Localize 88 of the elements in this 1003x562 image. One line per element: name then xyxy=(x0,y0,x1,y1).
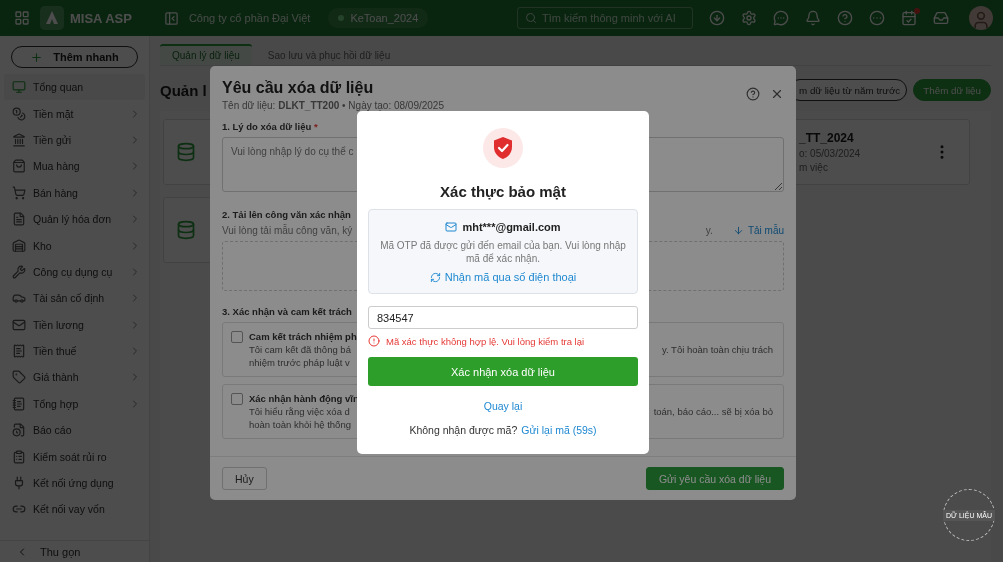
sidebar-item[interactable]: Kiểm soát rủi ro xyxy=(4,443,145,470)
receipt-icon xyxy=(12,344,26,359)
commitment-title: Cam kết trách nhiệm ph xyxy=(249,331,357,342)
error-message: Mã xác thực không hợp lệ. Vui lòng kiểm tra lại xyxy=(386,335,585,347)
download-icon[interactable] xyxy=(709,10,725,26)
wrench-icon xyxy=(12,264,26,279)
phone-code-link[interactable]: Nhận mã qua số điện thoại xyxy=(429,271,577,283)
sidebar-item[interactable]: Kết nối ứng dụng xyxy=(4,469,145,497)
warehouse-icon xyxy=(12,238,26,253)
sidebar-item[interactable]: Bán hàng xyxy=(4,179,145,206)
logo-text: MISA ASP xyxy=(70,10,132,26)
sidebar-item[interactable]: Tài sản cố định xyxy=(4,285,145,312)
resend-code-link[interactable]: Gửi lại mã (59s) xyxy=(521,424,597,436)
submit-request-button[interactable]: Gửi yêu cầu xóa dữ liệu xyxy=(645,467,784,490)
page-title: Quản l xyxy=(160,81,207,99)
sidebar-item[interactable]: Tiền lương xyxy=(4,311,145,338)
sidebar-item[interactable]: Tiền mặt xyxy=(4,100,145,127)
dialog-subtitle: Tên dữ liệu: DLKT_TT200 • Ngày tạo: 08/09/2025 xyxy=(222,100,444,111)
commitment-text: y. Tôi hoàn toàn chịu trách xyxy=(661,344,773,355)
sidebar-item[interactable]: Kết nối vay vốn xyxy=(4,496,145,523)
database-name: _TT_2024 xyxy=(799,131,855,145)
close-icon[interactable] xyxy=(770,87,784,101)
field-label: 3. Xác nhận và cam kết trách xyxy=(222,306,352,317)
refresh-icon xyxy=(429,271,441,283)
commitment-text: Tôi cam kết đã thông bá xyxy=(249,344,351,355)
chat-icon[interactable] xyxy=(773,10,789,26)
plus-icon xyxy=(30,50,44,64)
coins-icon xyxy=(12,106,26,121)
search-icon xyxy=(525,12,537,24)
apps-grid-icon[interactable] xyxy=(14,10,30,26)
notification-dot xyxy=(914,8,920,14)
field-label: 2. Tải lên công văn xác nhận xyxy=(222,209,351,220)
confirm-delete-button[interactable]: Xác nhận xóa dữ liệu xyxy=(368,357,638,386)
upload-hint: Vui lòng tải mẫu công văn, ký xyxy=(222,225,353,236)
error-icon xyxy=(368,335,380,347)
sidebar-item[interactable]: Báo cáo xyxy=(4,417,145,444)
otp-field[interactable]: 834547 xyxy=(368,306,638,329)
cancel-button[interactable]: Hủy xyxy=(222,467,267,490)
tag-icon xyxy=(12,370,26,385)
otp-message: Mã OTP đã được gửi đến email của bạn. Vui lòng nhập mã để xác nhận. xyxy=(379,239,627,265)
cart-icon xyxy=(12,185,26,200)
report-icon xyxy=(12,423,26,438)
field-label: 1. Lý do xóa dữ liệu * xyxy=(222,121,318,132)
sidebar-item[interactable]: Tổng hợp xyxy=(4,390,145,418)
clipboard-icon xyxy=(12,449,26,464)
download-template-link[interactable]: Tải mẫu xyxy=(732,225,784,236)
sidebar-item[interactable]: Giá thành xyxy=(4,364,145,391)
email-address: mht***@gmail.com xyxy=(462,221,561,233)
checkbox[interactable] xyxy=(231,331,243,343)
back-link[interactable]: Quay lại xyxy=(483,400,523,412)
sidebar-item[interactable]: Kho xyxy=(4,232,145,259)
collapse-menu-icon[interactable] xyxy=(163,10,179,26)
database-icon xyxy=(176,220,196,240)
database-icon xyxy=(176,142,196,162)
sidebar-item[interactable]: Tiền gửi xyxy=(4,126,145,154)
settings-icon[interactable] xyxy=(741,10,757,26)
shield-icon xyxy=(483,128,523,168)
sidebar-item[interactable]: Tổng quan xyxy=(4,74,145,101)
sidebar-item[interactable]: Tiền thuế xyxy=(4,337,145,365)
sidebar-item[interactable]: Mua hàng xyxy=(4,153,145,180)
inbox-icon[interactable] xyxy=(933,10,949,26)
bank-icon xyxy=(12,132,26,147)
dialog-title: Xác thực bảo mật xyxy=(440,183,566,200)
plug-icon xyxy=(12,476,26,491)
notebook-icon xyxy=(12,396,26,411)
mail-icon xyxy=(445,221,458,233)
commitment-text: Tôi hiểu rằng việc xóa d xyxy=(249,406,350,417)
commitment-text: nhiệm trước pháp luật v xyxy=(249,357,350,368)
bell-icon[interactable] xyxy=(805,10,821,26)
sidebar-item[interactable]: Quản lý hóa đơn xyxy=(4,205,145,233)
more-icon[interactable] xyxy=(869,10,885,26)
car-icon xyxy=(12,291,26,306)
dialog-title: Yêu cầu xóa dữ liệu xyxy=(222,79,375,97)
user-avatar[interactable] xyxy=(969,6,993,30)
document-icon xyxy=(12,212,26,227)
monitor-icon xyxy=(12,80,26,95)
help-icon[interactable] xyxy=(746,87,760,101)
commitment-text: toán, báo cáo... sẽ bị xóa bỏ xyxy=(653,406,773,417)
calendar-icon[interactable] xyxy=(901,10,917,26)
quick-add-button[interactable]: Thêm nhanh xyxy=(11,46,138,68)
checkbox[interactable] xyxy=(231,393,243,405)
resend-prompt: Không nhận được mã? xyxy=(409,424,518,436)
download-arrow-icon xyxy=(732,225,744,236)
upload-hint: y. xyxy=(705,225,713,236)
collapse-sidebar-button[interactable]: Thu gọn xyxy=(0,540,149,562)
bag-icon xyxy=(12,159,26,174)
commitment-text: hoàn toàn khỏi hệ thống xyxy=(249,419,351,430)
envelope-icon xyxy=(12,317,26,332)
